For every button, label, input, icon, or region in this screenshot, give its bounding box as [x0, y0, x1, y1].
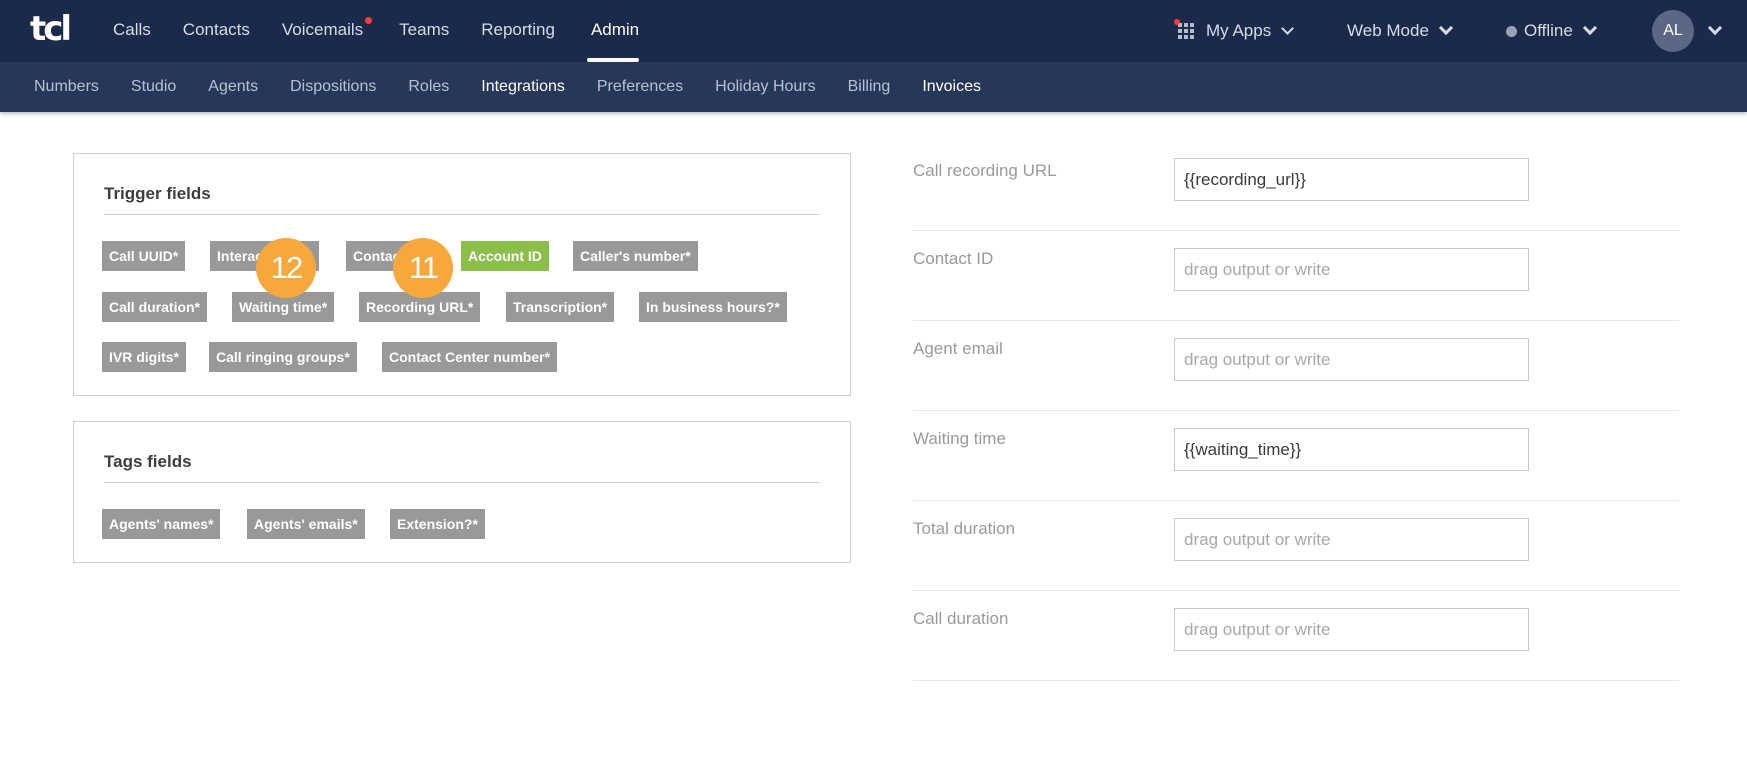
divider	[104, 214, 820, 215]
form-row-contact-id: Contact ID	[913, 231, 1679, 321]
nav-contacts[interactable]: Contacts	[167, 0, 266, 62]
nav-reporting[interactable]: Reporting	[465, 0, 571, 62]
subnav-holiday-hours[interactable]: Holiday Hours	[699, 62, 831, 112]
apps-grid-icon	[1174, 19, 1194, 39]
nav-calls[interactable]: Calls	[97, 0, 167, 62]
chip-in-business-hours[interactable]: In business hours?*	[639, 292, 787, 322]
field-label: Total duration	[913, 519, 1016, 538]
call-duration-input[interactable]	[1174, 608, 1529, 651]
subnav-preferences[interactable]: Preferences	[581, 62, 699, 112]
trigger-fields-title: Trigger fields	[104, 184, 211, 203]
form-row-total-duration: Total duration	[913, 501, 1679, 591]
nav-voicemails[interactable]: Voicemails	[266, 0, 387, 62]
form-row-call-duration: Call duration	[913, 591, 1679, 681]
form-row-call-recording-url: Call recording URL	[913, 141, 1679, 231]
call-recording-url-input[interactable]	[1174, 158, 1529, 201]
admin-subnav: Numbers Studio Agents Dispositions Roles…	[18, 62, 997, 112]
step-badge-11: 11	[393, 238, 453, 298]
apps-notification-dot	[1174, 19, 1180, 25]
form-row-agent-email: Agent email	[913, 321, 1679, 411]
trigger-fields-card: Trigger fields Call UUID* Interaction ID…	[73, 153, 851, 396]
chip-agents-emails[interactable]: Agents' emails*	[247, 509, 365, 539]
chip-contact-center-number[interactable]: Contact Center number*	[382, 342, 558, 372]
app-logo[interactable]: tcl	[30, 12, 72, 48]
field-label: Contact ID	[913, 249, 994, 268]
subnav-billing[interactable]: Billing	[832, 62, 907, 112]
subnav-dispositions[interactable]: Dispositions	[274, 62, 392, 112]
top-bar: tcl Calls Contacts Voicemails Teams Repo…	[0, 0, 1747, 62]
chip-call-duration[interactable]: Call duration*	[102, 292, 208, 322]
chevron-down-icon	[1582, 20, 1597, 36]
my-apps-menu[interactable]: My Apps	[1174, 0, 1295, 62]
form-row-waiting-time: Waiting time	[913, 411, 1679, 501]
status-menu[interactable]: Offline	[1506, 0, 1597, 62]
main-nav: Calls Contacts Voicemails Teams Reportin…	[97, 0, 655, 62]
nav-admin[interactable]: Admin	[571, 0, 655, 62]
subnav-roles[interactable]: Roles	[392, 62, 465, 112]
chevron-down-icon	[1281, 21, 1295, 35]
tags-fields-title: Tags fields	[104, 452, 192, 471]
user-menu[interactable]: AL	[1652, 0, 1723, 62]
chip-call-uuid[interactable]: Call UUID*	[102, 241, 186, 271]
chip-account-id[interactable]: Account ID	[461, 241, 549, 271]
subnav-integrations[interactable]: Integrations	[465, 62, 581, 112]
field-label: Agent email	[913, 339, 1003, 358]
step-badge-12: 12	[256, 238, 316, 298]
divider	[104, 482, 820, 483]
contact-id-input[interactable]	[1174, 248, 1529, 291]
chip-extension[interactable]: Extension?*	[390, 509, 485, 539]
field-label: Waiting time	[913, 429, 1006, 448]
total-duration-input[interactable]	[1174, 518, 1529, 561]
nav-voicemails-label: Voicemails	[281, 20, 364, 39]
chip-transcription[interactable]: Transcription*	[506, 292, 615, 322]
avatar[interactable]: AL	[1652, 10, 1694, 52]
chevron-down-icon	[1438, 20, 1453, 36]
notification-dot	[365, 17, 373, 24]
tags-fields-card: Tags fields Agents' names* Agents' email…	[73, 421, 851, 563]
agent-email-input[interactable]	[1174, 338, 1529, 381]
web-mode-menu[interactable]: Web Mode	[1347, 0, 1453, 62]
subnav-invoices[interactable]: Invoices	[906, 62, 997, 112]
chip-ivr-digits[interactable]: IVR digits*	[102, 342, 187, 372]
nav-teams[interactable]: Teams	[387, 0, 465, 62]
chip-callers-number[interactable]: Caller's number*	[573, 241, 698, 271]
field-label: Call recording URL	[913, 161, 1057, 180]
chip-call-ringing-groups[interactable]: Call ringing groups*	[209, 342, 357, 372]
web-mode-label: Web Mode	[1347, 21, 1429, 40]
chevron-down-icon	[1707, 20, 1723, 36]
subnav-agents[interactable]: Agents	[192, 62, 274, 112]
field-label: Call duration	[913, 609, 1009, 628]
subnav-studio[interactable]: Studio	[115, 62, 192, 112]
chip-agents-names[interactable]: Agents' names*	[102, 509, 221, 539]
my-apps-label: My Apps	[1206, 21, 1272, 40]
status-dot-icon	[1506, 25, 1517, 37]
waiting-time-input[interactable]	[1174, 428, 1529, 471]
status-label: Offline	[1524, 21, 1573, 40]
admin-subnav-bar: Numbers Studio Agents Dispositions Roles…	[0, 62, 1747, 112]
subnav-numbers[interactable]: Numbers	[18, 62, 115, 112]
